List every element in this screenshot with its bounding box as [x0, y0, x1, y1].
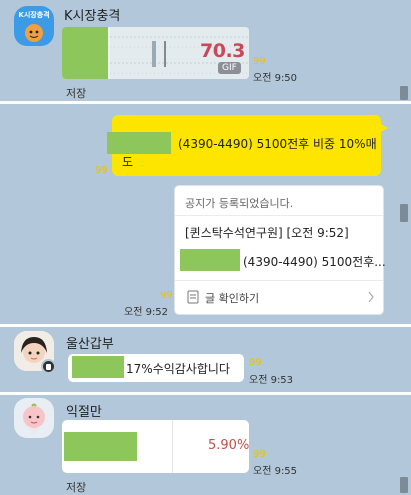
- read-count: 99: [253, 449, 266, 460]
- percent-value: 5.90%: [208, 438, 250, 453]
- notice-author: [퀸스탁수석연구원] [오전 9:52]: [185, 226, 349, 240]
- gif-image[interactable]: 70.3 GIF: [62, 27, 249, 79]
- notice-header: 공지가 등록되었습니다.: [185, 197, 294, 210]
- redacted-block: [180, 249, 240, 271]
- chat-divider: [0, 101, 411, 104]
- timestamp: 오전 9:50: [253, 73, 298, 84]
- avatar[interactable]: K시장충격: [14, 6, 54, 46]
- gif-badge: GIF: [218, 62, 241, 74]
- sender-name: 익절만: [66, 405, 102, 420]
- redacted-block: [64, 432, 137, 461]
- read-count: 99: [249, 357, 262, 368]
- peach-character-icon: [23, 403, 45, 436]
- gif-value: 70.3: [200, 40, 245, 62]
- mobile-badge-icon: [41, 359, 56, 374]
- confirm-post-label: 글 확인하기: [205, 292, 260, 305]
- save-link[interactable]: 저장: [66, 479, 86, 495]
- document-icon: [187, 290, 199, 304]
- save-link[interactable]: 저장: [66, 85, 86, 101]
- character-icon: [25, 24, 43, 42]
- read-count: 99: [253, 56, 266, 67]
- chat-divider: [0, 324, 411, 327]
- scrollbar-thumb[interactable]: [400, 477, 408, 493]
- read-count: 99: [160, 290, 173, 301]
- sender-name: K시장충격: [64, 9, 121, 24]
- chat-divider: [0, 392, 411, 395]
- image-message[interactable]: 5.90%: [62, 420, 249, 473]
- scrollbar-thumb[interactable]: [400, 86, 408, 100]
- timestamp: 오전 9:55: [253, 466, 298, 477]
- redacted-block: [107, 132, 171, 154]
- card-divider: [175, 215, 383, 216]
- message-bubble[interactable]: (4390-4490) 5100전후 비중 10%매 도: [107, 115, 388, 176]
- notice-card[interactable]: 공지가 등록되었습니다. [퀸스탁수석연구원] [오전 9:52] (4390-…: [174, 185, 386, 315]
- message-bubble[interactable]: 17%수익감사합니다: [68, 354, 244, 382]
- timestamp: 오전 9:52: [124, 307, 169, 318]
- image-divider: [172, 420, 173, 473]
- read-count: 99: [95, 165, 108, 176]
- redacted-block: [72, 356, 124, 378]
- chevron-right-icon: [368, 291, 374, 303]
- avatar[interactable]: [14, 398, 54, 438]
- scrollbar-thumb[interactable]: [400, 204, 408, 222]
- sender-name: 울산갑부: [66, 337, 114, 352]
- message-text: 17%수익감사합니다: [126, 362, 230, 376]
- message-text: (4390-4490) 5100전후 비중 10%매: [178, 137, 377, 151]
- confirm-post-button[interactable]: 글 확인하기: [175, 281, 383, 314]
- message-text: 도: [122, 155, 134, 169]
- timestamp: 오전 9:53: [249, 375, 294, 386]
- notice-preview: (4390-4490) 5100전후...: [243, 255, 386, 269]
